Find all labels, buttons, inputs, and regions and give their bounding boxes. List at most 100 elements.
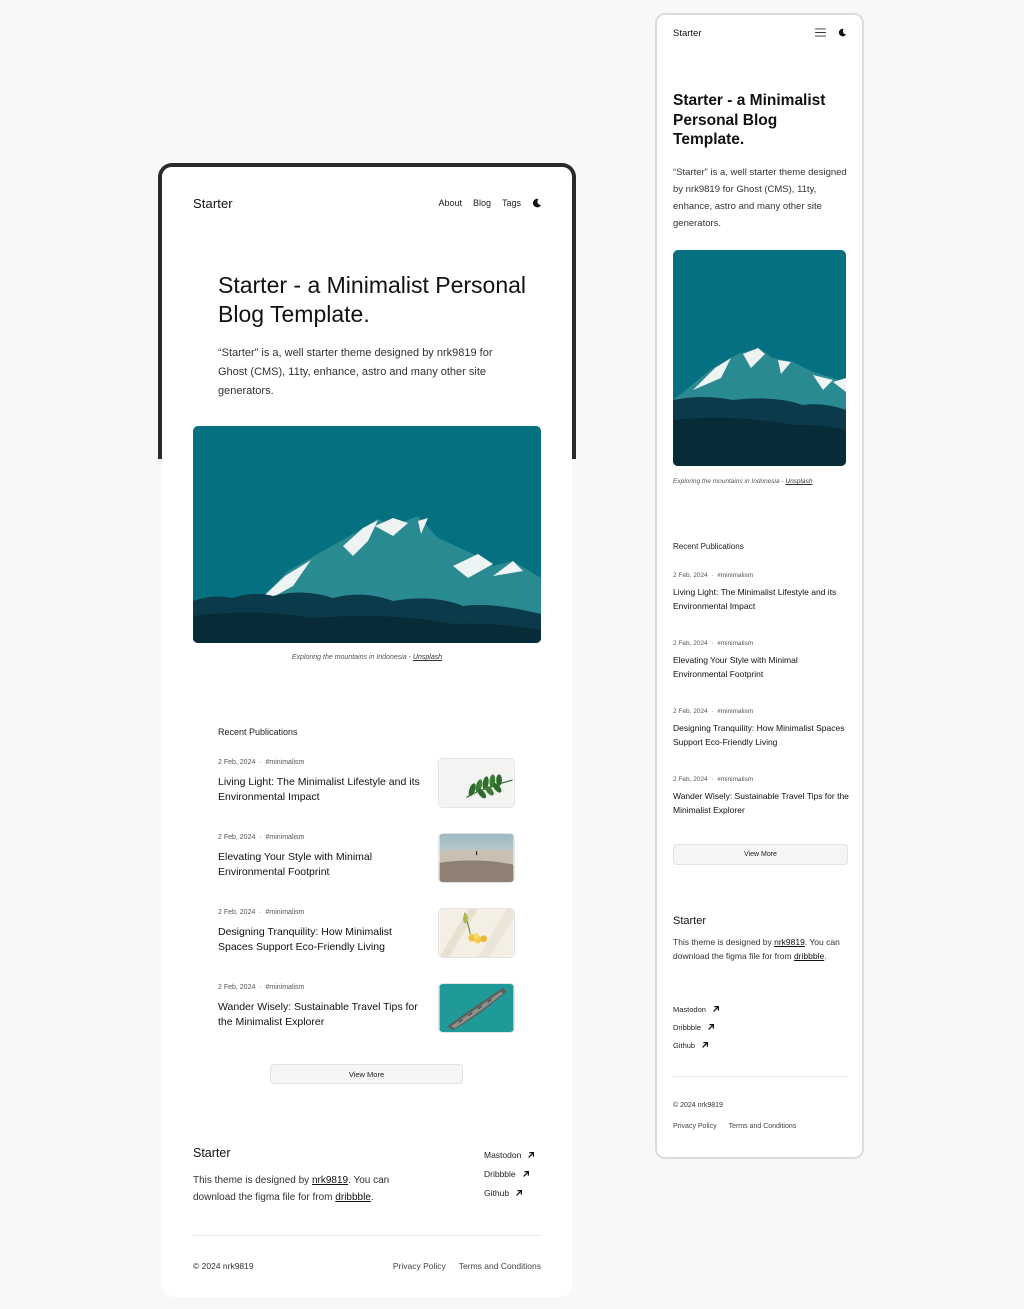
caption-text: Exploring the mountains in Indonesia - (291, 654, 413, 661)
nav-tags[interactable]: Tags (502, 198, 521, 208)
post-title-link[interactable]: Living Light: The Minimalist Lifestyle a… (218, 775, 423, 805)
social-link-github[interactable]: Github (673, 1036, 720, 1054)
nav-about[interactable]: About (438, 198, 462, 208)
hero-image (193, 426, 541, 643)
post-tag[interactable]: #minimalism (717, 776, 753, 783)
caption-unsplash-link[interactable]: Unsplash (413, 654, 442, 661)
post-date: 2 Feb, 2024 (673, 708, 708, 715)
privacy-policy-link[interactable]: Privacy Policy (673, 1123, 717, 1130)
post-thumbnail-boat[interactable] (438, 983, 515, 1033)
moon-icon[interactable] (532, 198, 542, 208)
post-thumbnail-leaf[interactable] (438, 758, 515, 808)
footer-description: This theme is designed by nrk9819. You c… (673, 935, 851, 963)
post-date: 2 Feb, 2024 (673, 640, 708, 647)
post-title-link[interactable]: Living Light: The Minimalist Lifestyle a… (673, 586, 851, 613)
site-logo[interactable]: Starter (673, 28, 702, 39)
hero-caption: Exploring the mountains in Indonesia - U… (193, 654, 541, 661)
view-more-button[interactable]: View More (673, 844, 848, 865)
social-link-mastodon[interactable]: Mastodon (673, 1000, 720, 1018)
desktop-preview: Starter About Blog Tags Starter - a Mini… (162, 167, 572, 1297)
post-thumbnail-flowers[interactable] (438, 908, 515, 958)
hero-description: “Starter” is a, well starter theme desig… (673, 167, 847, 229)
post-meta: 2 Feb, 2024 · #minimalism (673, 572, 754, 579)
footer-desc-text: This theme is designed by (673, 937, 775, 947)
hero-caption: Exploring the mountains in Indonesia - U… (673, 478, 848, 485)
post-item: 2 Feb, 2024 · #minimalism Wander Wisely:… (218, 983, 515, 1058)
footer-desc-text: . (824, 951, 827, 961)
post-date: 2 Feb, 2024 (218, 834, 256, 841)
social-link-dribbble[interactable]: Dribbble (673, 1018, 720, 1036)
hero-description: “Starter” is a, well starter theme desig… (218, 347, 493, 397)
post-list: 2 Feb, 2024 · #minimalism Living Light: … (673, 572, 851, 844)
footer-divider (193, 1235, 541, 1236)
mobile-header-actions (815, 28, 847, 37)
social-label: Dribbble (673, 1022, 701, 1032)
post-thumbnail-desert[interactable] (438, 833, 515, 883)
privacy-policy-link[interactable]: Privacy Policy (393, 1261, 446, 1271)
main-nav: About Blog Tags (438, 198, 542, 208)
social-link-dribbble[interactable]: Dribbble (484, 1164, 554, 1183)
site-logo[interactable]: Starter (193, 196, 233, 211)
post-item: 2 Feb, 2024 · #minimalism Designing Tran… (218, 908, 515, 983)
social-label: Mastodon (484, 1149, 522, 1160)
post-date: 2 Feb, 2024 (673, 572, 708, 579)
arrow-up-right-icon (707, 1023, 715, 1031)
author-link[interactable]: nrk9819 (774, 937, 805, 947)
post-date: 2 Feb, 2024 (218, 984, 256, 991)
post-meta: 2 Feb, 2024 · #minimalism (218, 909, 305, 916)
dribbble-link[interactable]: dribbble (794, 951, 824, 961)
footer-description: This theme is designed by nrk9819. You c… (193, 1172, 423, 1206)
recent-publications-heading: Recent Publications (218, 727, 298, 737)
social-links: Mastodon Dribbble Github (484, 1145, 554, 1202)
hero-image (673, 250, 846, 466)
arrow-up-right-icon (712, 1005, 720, 1013)
post-tag[interactable]: #minimalism (266, 759, 305, 766)
post-meta: 2 Feb, 2024 · #minimalism (218, 984, 305, 991)
footer-divider (673, 1076, 848, 1077)
social-label: Github (484, 1187, 510, 1198)
caption-unsplash-link[interactable]: Unsplash (785, 478, 812, 485)
post-tag[interactable]: #minimalism (266, 834, 305, 841)
post-meta: 2 Feb, 2024 · #minimalism (673, 708, 754, 715)
arrow-up-right-icon (522, 1170, 530, 1178)
post-tag[interactable]: #minimalism (266, 984, 305, 991)
post-title-link[interactable]: Elevating Your Style with Minimal Enviro… (673, 654, 851, 681)
mobile-preview: Starter Starter - a Minimalist Personal … (655, 13, 864, 1159)
post-item: 2 Feb, 2024 · #minimalism Wander Wisely:… (673, 776, 851, 844)
terms-link[interactable]: Terms and Conditions (459, 1261, 541, 1271)
terms-link[interactable]: Terms and Conditions (729, 1123, 797, 1130)
legal-links: Privacy Policy Terms and Conditions (673, 1123, 808, 1130)
post-title-link[interactable]: Designing Tranquility: How Minimalist Sp… (218, 925, 423, 955)
author-link[interactable]: nrk9819 (312, 1175, 348, 1186)
post-item: 2 Feb, 2024 · #minimalism Elevating Your… (673, 640, 851, 708)
moon-icon[interactable] (838, 28, 847, 37)
site-header: Starter About Blog Tags (193, 196, 542, 212)
post-title-link[interactable]: Wander Wisely: Sustainable Travel Tips f… (673, 790, 851, 817)
post-date: 2 Feb, 2024 (673, 776, 708, 783)
footer-desc-text: . (370, 1192, 374, 1203)
post-title-link[interactable]: Designing Tranquility: How Minimalist Sp… (673, 722, 851, 749)
post-date: 2 Feb, 2024 (218, 759, 256, 766)
footer-desc-text: This theme is designed by (193, 1175, 312, 1186)
recent-publications-heading: Recent Publications (673, 542, 744, 551)
post-tag[interactable]: #minimalism (266, 909, 305, 916)
post-tag[interactable]: #minimalism (717, 708, 753, 715)
legal-links: Privacy Policy Terms and Conditions (380, 1261, 541, 1271)
dribbble-link[interactable]: dribbble (335, 1192, 371, 1203)
post-item: 2 Feb, 2024 · #minimalism Designing Tran… (673, 708, 851, 776)
view-more-button[interactable]: View More (270, 1064, 463, 1084)
social-label: Dribbble (484, 1168, 516, 1179)
post-meta: 2 Feb, 2024 · #minimalism (218, 834, 305, 841)
hamburger-menu-icon[interactable] (815, 28, 826, 37)
social-link-github[interactable]: Github (484, 1183, 554, 1202)
post-title-link[interactable]: Wander Wisely: Sustainable Travel Tips f… (218, 1000, 423, 1030)
post-date: 2 Feb, 2024 (218, 909, 256, 916)
footer-title: Starter (673, 915, 707, 927)
social-link-mastodon[interactable]: Mastodon (484, 1145, 554, 1164)
post-tag[interactable]: #minimalism (717, 572, 753, 579)
nav-blog[interactable]: Blog (473, 198, 491, 208)
copyright: © 2024 nrk9819 (193, 1261, 254, 1271)
post-title-link[interactable]: Elevating Your Style with Minimal Enviro… (218, 850, 423, 880)
social-label: Github (673, 1040, 696, 1050)
post-tag[interactable]: #minimalism (717, 640, 753, 647)
